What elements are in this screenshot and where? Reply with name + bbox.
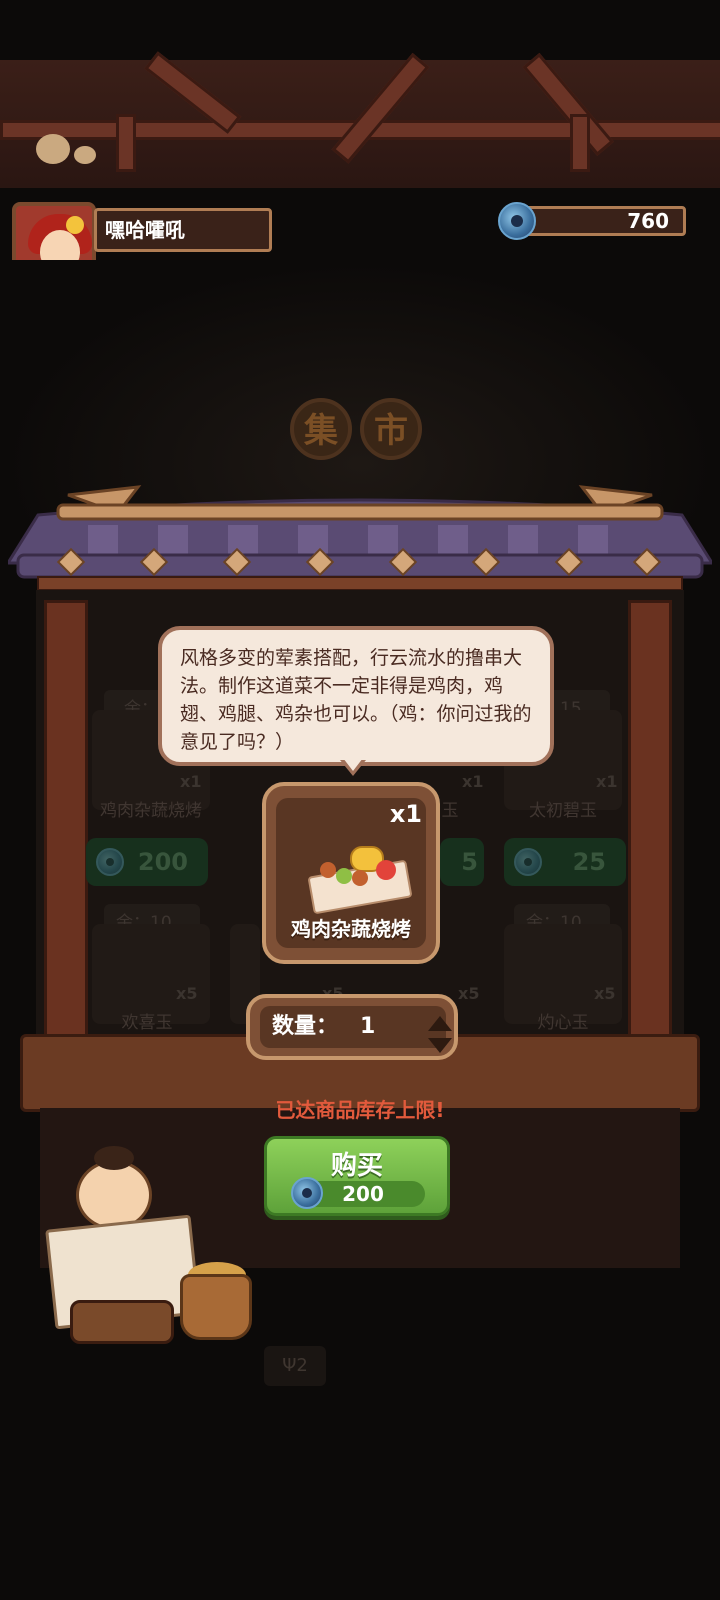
vendor-sign: Ψ2 [264,1346,326,1386]
shelf-item-count: x1 [180,772,202,791]
player-name: 嘿哈嚯吼 [94,208,272,252]
beam-diagonal [331,52,430,164]
stall-post-right [628,600,672,1070]
jade-coin-icon [514,848,542,876]
chick-icon [74,146,96,164]
shelf-item-price[interactable]: 5 [440,838,484,886]
shelf-item-count: x1 [462,772,484,791]
avatar-ribbon [66,216,84,234]
chicken-icon [36,134,70,164]
bubble-tail-inner [343,758,363,771]
vendor-hair [94,1146,134,1170]
shelf-item-count: x5 [176,984,198,1003]
buy-label: 购买 [330,1151,383,1181]
beam-post [116,114,136,172]
shelf-item-count: x5 [458,984,480,1003]
market-sign-char: 市 [360,398,422,460]
sack-icon [180,1274,252,1340]
jade-coin-icon [96,848,124,876]
arrow-up-icon[interactable] [428,1016,452,1031]
shelf-item-name: 欢喜玉 [121,1013,173,1033]
quantity-inner: 数量： 1 [260,1006,452,1053]
shelf-item-count: x5 [594,984,616,1003]
selected-item-card: x1 鸡肉杂蔬烧烤 [262,782,440,964]
stock-limit-warning: 已达商品库存上限! [275,1098,445,1122]
shelf-item-count: x1 [596,772,618,791]
shelf-item-name: 太初碧玉 [529,801,597,821]
buy-button[interactable]: 购买 200 [264,1136,450,1216]
item-name: 鸡肉杂蔬烧烤 [291,917,411,941]
item-count: x1 [389,800,422,828]
vendor-stool [70,1300,174,1344]
quantity-label: 数量： [272,1014,339,1039]
stall-post-left [44,600,88,1070]
quantity-selector: 数量： 1 [246,994,458,1060]
description-bubble: 风格多变的荤素搭配，行云流水的撸串大法。制作这道菜不一定非得是鸡肉，鸡翅、鸡腿、… [158,626,554,766]
beam-post [570,114,590,172]
arrow-down-icon[interactable] [428,1038,452,1053]
currency-bar: 760 [520,206,686,236]
stall-roof [8,485,712,590]
beam-diagonal [522,52,614,156]
market-sign-char: 集 [290,398,352,460]
jade-coin-icon [291,1177,323,1209]
quantity-value: 1 [360,1014,376,1039]
top-beam [0,51,720,188]
jade-coin-icon [498,202,536,240]
shelf-item-name: 鸡肉杂蔬烧烤 [100,801,202,821]
shelf-item-name: 灼心玉 [537,1013,589,1033]
